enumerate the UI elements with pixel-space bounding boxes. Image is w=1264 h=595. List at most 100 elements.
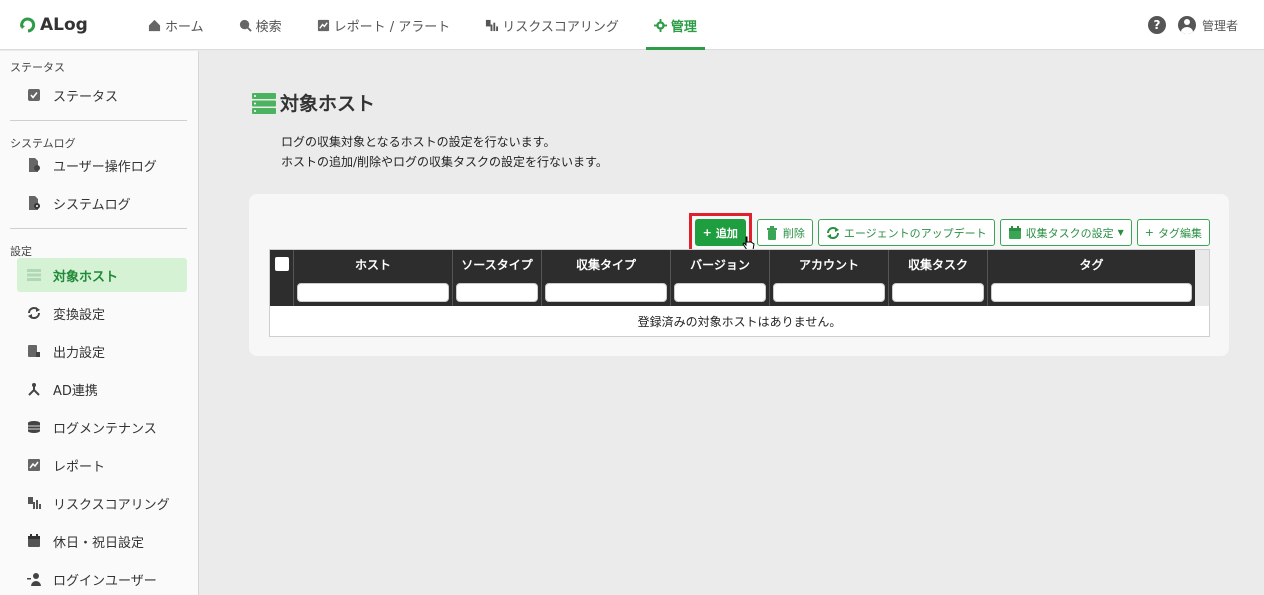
filter-cell <box>294 278 453 306</box>
account-filter-input[interactable] <box>773 282 885 302</box>
sidebar-item-ad[interactable]: AD連携 <box>17 372 187 406</box>
tag-edit-label: タグ編集 <box>1158 226 1202 240</box>
user-add-icon <box>27 572 41 586</box>
source-type-filter-input[interactable] <box>456 282 538 302</box>
sidebar: ステータス ステータス システムログ ユーザー操作ログ システムログ 設定 対象… <box>0 51 199 595</box>
hosts-panel: + 追加 削除 エージェントのアップデート 収集タスクの設定 ▼ + タグ編集 … <box>249 194 1229 356</box>
agent-update-button[interactable]: エージェントのアップデート <box>817 219 995 246</box>
sidebar-item-label: リスクスコアリング <box>53 497 170 513</box>
column-header[interactable]: ホスト <box>294 250 453 278</box>
sidebar-item-label: 対象ホスト <box>53 269 119 285</box>
sidebar-item-label: 変換設定 <box>53 307 106 323</box>
nav-search-label: 検索 <box>255 19 282 35</box>
logo-text: ALog <box>40 15 88 35</box>
sidebar-item-label: ログインユーザー <box>53 573 157 589</box>
sidebar-item-label: システムログ <box>53 197 131 213</box>
header-right: ? 管理者 <box>1147 16 1238 34</box>
description-line: ホストの追加/削除やログの収集タスクの設定を行ないます。 <box>281 155 608 169</box>
nav-risk[interactable]: リスクスコアリング <box>485 0 619 50</box>
sidebar-item-label: ユーザー操作ログ <box>53 159 157 175</box>
agent-update-label: エージェントのアップデート <box>843 226 987 240</box>
tag-filter-input[interactable] <box>991 282 1192 302</box>
table-header: ホスト ソースタイプ 収集タイプ バージョン アカウント 収集タスク タグ <box>270 250 1209 278</box>
main-nav: ホーム 検索 レポート / アラート リスクスコアリング 管理 <box>148 0 732 50</box>
server-list-icon <box>27 268 41 282</box>
sync-icon <box>27 306 41 320</box>
sidebar-section-title: システムログ <box>10 137 76 150</box>
check-icon <box>27 88 41 102</box>
column-header[interactable]: ソースタイプ <box>453 250 542 278</box>
sidebar-item-risk[interactable]: リスクスコアリング <box>17 486 187 520</box>
filter-row <box>270 278 1209 306</box>
nav-report-label: レポート / アラート <box>333 19 451 35</box>
caret-down-icon: ▼ <box>1117 228 1124 237</box>
gear-icon <box>653 18 667 32</box>
task-settings-dropdown[interactable]: 収集タスクの設定 ▼ <box>999 219 1132 246</box>
sidebar-item-user-log[interactable]: ユーザー操作ログ <box>17 148 187 182</box>
sidebar-item-system-log[interactable]: システムログ <box>17 186 187 220</box>
filter-cell <box>889 278 988 306</box>
page-title-text: 対象ホスト <box>280 93 376 115</box>
logo-icon <box>20 17 36 33</box>
toolbar: + 追加 削除 エージェントのアップデート 収集タスクの設定 ▼ + タグ編集 <box>688 213 1210 252</box>
report-icon <box>317 19 329 31</box>
delete-button-label: 削除 <box>782 226 805 240</box>
add-button[interactable]: + 追加 <box>694 219 746 246</box>
nav-search[interactable]: 検索 <box>239 0 282 50</box>
report-icon <box>27 458 41 472</box>
logo[interactable]: ALog <box>18 15 88 35</box>
host-filter-input[interactable] <box>297 282 449 302</box>
column-header[interactable]: アカウント <box>770 250 889 278</box>
nav-home[interactable]: ホーム <box>148 0 204 50</box>
help-icon[interactable]: ? <box>1147 16 1166 34</box>
nav-report[interactable]: レポート / アラート <box>317 0 451 50</box>
sidebar-divider <box>10 228 187 229</box>
sidebar-item-target-host[interactable]: 対象ホスト <box>17 258 187 292</box>
calendar-icon <box>27 534 41 548</box>
user-menu[interactable]: 管理者 <box>1177 16 1238 34</box>
nav-admin[interactable]: 管理 <box>645 0 705 50</box>
sidebar-item-output[interactable]: 出力設定 <box>17 334 187 368</box>
sidebar-divider <box>10 120 187 121</box>
sidebar-item-report[interactable]: レポート <box>17 448 187 482</box>
select-all-checkbox[interactable] <box>274 257 289 271</box>
user-name: 管理者 <box>1201 18 1238 33</box>
sidebar-item-label: ログメンテナンス <box>53 421 157 437</box>
sidebar-item-conversion[interactable]: 変換設定 <box>17 296 187 330</box>
home-icon <box>148 19 161 31</box>
user-icon <box>1177 16 1196 34</box>
sidebar-item-label: AD連携 <box>53 383 98 399</box>
sidebar-item-status[interactable]: ステータス <box>17 78 187 112</box>
table-scrollbar[interactable] <box>1195 250 1209 306</box>
select-all-cell <box>270 250 294 278</box>
add-button-label: 追加 <box>715 226 738 240</box>
server-list-icon <box>252 92 276 114</box>
plus-icon: + <box>1144 226 1154 239</box>
description-line: ログの収集対象となるホストの設定を行ないます。 <box>281 135 556 149</box>
column-header[interactable]: タグ <box>988 250 1196 278</box>
column-header[interactable]: バージョン <box>671 250 770 278</box>
risk-icon <box>486 19 499 31</box>
collect-type-filter-input[interactable] <box>545 282 667 302</box>
page-description: ログの収集対象となるホストの設定を行ないます。 ホストの追加/削除やログの収集タ… <box>281 132 608 172</box>
version-filter-input[interactable] <box>674 282 766 302</box>
nav-risk-label: リスクスコアリング <box>502 19 619 35</box>
file-user-icon <box>27 158 41 172</box>
tag-edit-button[interactable]: + タグ編集 <box>1136 219 1210 246</box>
search-icon <box>239 19 252 32</box>
filter-cell <box>542 278 671 306</box>
sidebar-item-login-user[interactable]: ログインユーザー <box>17 562 187 595</box>
network-icon <box>27 382 41 396</box>
filter-cell <box>671 278 770 306</box>
task-settings-label: 収集タスクの設定 <box>1025 226 1114 240</box>
delete-button[interactable]: 削除 <box>756 219 813 246</box>
task-filter-input[interactable] <box>892 282 984 302</box>
column-header[interactable]: 収集タイプ <box>542 250 671 278</box>
sidebar-item-maintenance[interactable]: ログメンテナンス <box>17 410 187 444</box>
trash-icon <box>766 225 777 240</box>
database-icon <box>27 420 41 434</box>
sidebar-item-label: レポート <box>53 459 106 475</box>
sidebar-item-holiday[interactable]: 休日・祝日設定 <box>17 524 187 558</box>
column-header[interactable]: 収集タスク <box>889 250 988 278</box>
filter-cell <box>270 278 294 306</box>
